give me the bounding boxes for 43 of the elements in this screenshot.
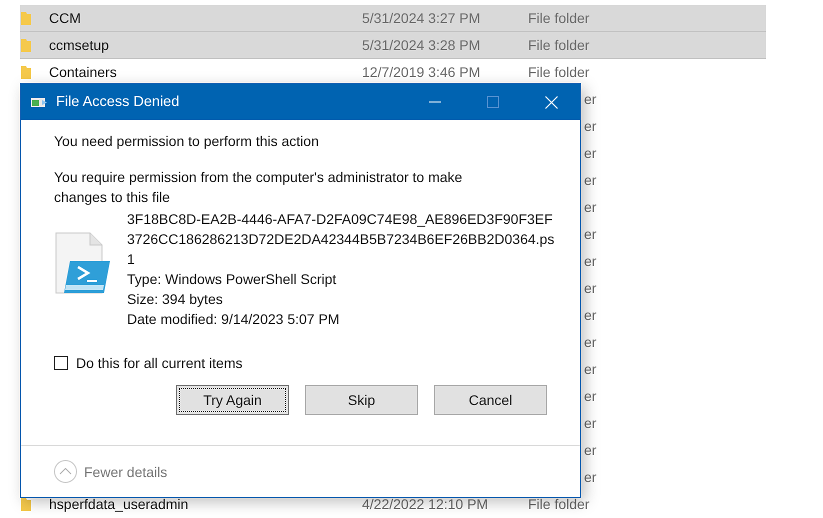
dialog-button[interactable]: Cancel [434,385,547,415]
folder-icon [20,10,32,26]
chevron-circle-icon [54,460,77,483]
file-type: er [584,335,596,349]
file-date: 4/22/2022 12:10 PM [362,497,488,511]
folder-icon [20,496,32,512]
file-name: hsperfdata_useradmin [49,497,188,511]
checkbox[interactable] [54,356,68,370]
window-icon [31,96,49,108]
file-row[interactable]: CCM 5/31/2024 3:27 PM File folder [20,5,766,32]
script-file-icon [54,231,112,295]
file-type: File folder [528,11,590,25]
file-type: er [584,443,596,457]
file-date: 12/7/2019 3:46 PM [362,65,480,79]
file-type: File folder [528,65,590,79]
file-type: er [584,416,596,430]
file-row[interactable]: Containers 12/7/2019 3:46 PM File folder [20,59,766,86]
file-date: 5/31/2024 3:28 PM [362,38,480,52]
folder-icon [20,38,32,52]
file-date-text: Date modified: 9/14/2023 5:07 PM [127,310,340,329]
file-type: er [584,119,596,133]
details-toggle[interactable]: Fewer details [54,460,168,483]
checkbox-label[interactable]: Do this for all current items [76,353,242,373]
file-name: ccmsetup [49,38,109,52]
file-type: File folder [528,38,590,52]
file-date: 5/31/2024 3:27 PM [362,11,480,25]
window-title: File Access Denied [56,94,180,110]
folder-icon [20,64,32,80]
minimize-icon [429,101,441,103]
close-icon [544,96,558,108]
file-type-text: Type: Windows PowerShell Script [127,270,338,289]
file-name: Containers [49,65,117,79]
maximize-icon [487,96,499,108]
file-type: File folder [528,497,590,511]
file-row[interactable]: hsperfdata_useradmin 4/22/2022 12:10 PM File folder [20,491,766,518]
dialog-message: You require permission from the computer's administrator to make changes to this file [54,168,464,207]
file-name: CCM [49,11,81,25]
file-size-text: Size: 394 bytes [127,290,224,309]
dialog-heading: You need permission to perform this action [54,132,320,151]
dialog-button[interactable]: Skip [305,385,418,415]
file-row[interactable]: ccmsetup 5/31/2024 3:28 PM File folder [20,32,766,59]
dialog-button[interactable]: Try Again [176,385,289,415]
file-name-text: 3F18BC8D-EA2B-4446-AFA7-D2FA09C74E98_AE896ED3F90F3EF3726CC186286213D72DE2DA42344B5B7234B6EF26BB2D0364.ps1 [127,210,556,269]
